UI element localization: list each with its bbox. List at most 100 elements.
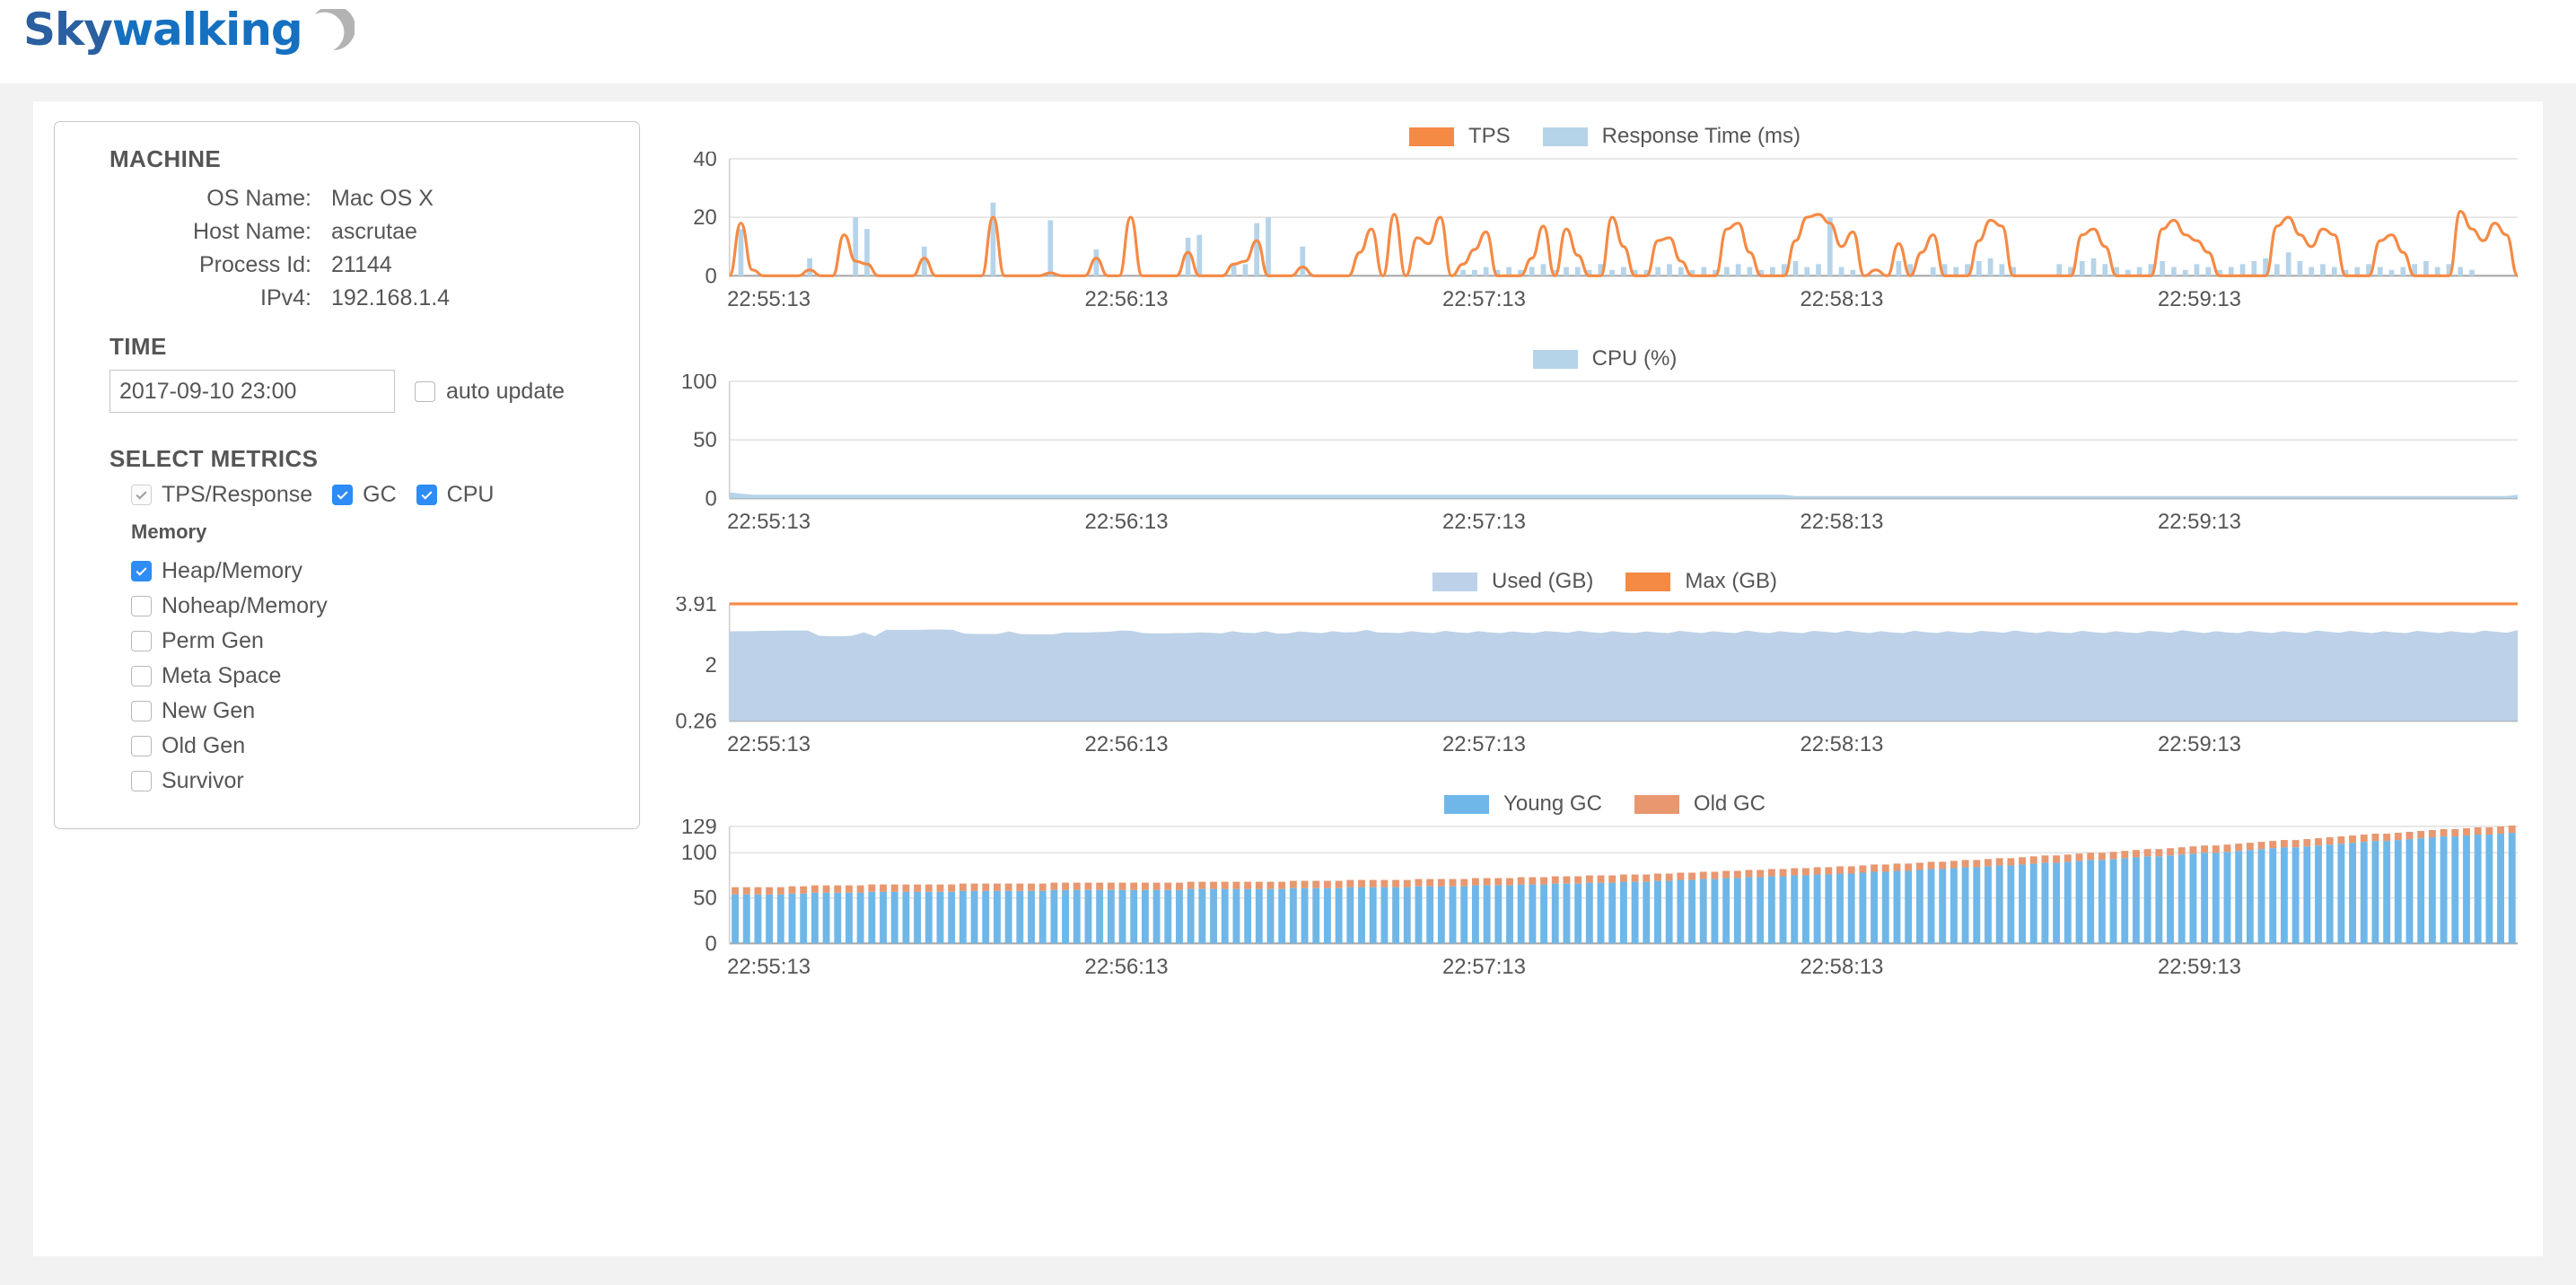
gc-bar-young [1654, 880, 1661, 944]
response-time-bar [2388, 269, 2395, 276]
perm-gen-checkbox[interactable] [131, 631, 152, 651]
gc-bar-young [2371, 841, 2379, 944]
gc-bar-old [1164, 882, 1172, 891]
gc-bar-young [1198, 889, 1206, 944]
gc-bar-young [1187, 889, 1195, 944]
gc-bar-old [1585, 875, 1593, 883]
gc-bar-old [2371, 834, 2379, 842]
gc-bar-old [1118, 882, 1126, 891]
gc-bar-young [732, 895, 739, 944]
gc-bar-old [2246, 843, 2254, 851]
gc-bar-young [1757, 877, 1765, 944]
heap-memory-checkbox[interactable] [131, 561, 152, 581]
cpu-checkbox[interactable] [416, 485, 437, 505]
gc-bar-young [2098, 860, 2106, 944]
gc-bar-old [1130, 882, 1138, 891]
gc-bar-old [1301, 880, 1309, 889]
gc-bar-old [800, 886, 808, 895]
x-axis-tick-label: 22:59:13 [2158, 287, 2241, 311]
gc-bar-old [1654, 873, 1661, 881]
legend-item-young-gc[interactable]: Young GC [1444, 791, 1602, 817]
table-row: Process Id: 21144 [82, 249, 612, 282]
gc-bar-old [1791, 868, 1799, 876]
response-time-bar [1667, 264, 1672, 276]
gc-bar-old [1905, 863, 1913, 871]
gc-bar-old [1893, 863, 1901, 871]
legend-item-max[interactable]: Max (GB) [1625, 569, 1777, 594]
metric-noheap-memory[interactable]: Noheap/Memory [131, 593, 612, 619]
metric-survivor[interactable]: Survivor [131, 768, 612, 794]
metric-new-gen[interactable]: New Gen [131, 698, 612, 724]
x-axis-tick-label: 22:57:13 [1442, 732, 1526, 756]
time-input[interactable] [110, 370, 395, 413]
meta-space-checkbox[interactable] [131, 666, 152, 686]
gc-bar-young [2269, 848, 2277, 944]
gc-bar-young [2326, 844, 2334, 944]
metric-meta-space[interactable]: Meta Space [131, 663, 612, 689]
survivor-checkbox[interactable] [131, 771, 152, 791]
x-axis-tick-label: 22:59:13 [2158, 510, 2241, 534]
gc-bar-old [856, 885, 864, 894]
legend-label-cpu: CPU (%) [1591, 346, 1678, 372]
gc-bar-young [2405, 839, 2414, 944]
gc-bar-young [2246, 850, 2254, 944]
gc-bar-old [1574, 876, 1582, 884]
gc-bar-old [1471, 878, 1479, 886]
response-time-bar [1735, 264, 1741, 276]
response-time-bar [1574, 267, 1581, 276]
metric-old-gen[interactable]: Old Gen [131, 733, 612, 759]
gc-bar-old [1767, 869, 1775, 877]
legend-item-old-gc[interactable]: Old GC [1634, 791, 1766, 817]
gc-bar-old [1369, 879, 1377, 888]
new-gen-checkbox[interactable] [131, 701, 152, 721]
gc-bar-young [1961, 867, 1969, 944]
old-gen-checkbox[interactable] [131, 736, 152, 756]
metric-heap-memory[interactable]: Heap/Memory [131, 558, 612, 584]
gc-bar-old [1563, 876, 1571, 884]
legend-label-response-time: Response Time (ms) [1601, 124, 1801, 148]
y-axis-tick-label: 50 [693, 428, 717, 452]
gc-bar-young [1665, 880, 1673, 944]
gc-bar-old [1073, 882, 1081, 891]
response-time-bar [1185, 237, 1191, 276]
gc-bar-young [2508, 833, 2516, 944]
gc-bar-young [1232, 889, 1240, 944]
gc-bar-old [2167, 848, 2174, 856]
tps-response-checkbox [131, 485, 152, 505]
gc-bar-young [1973, 867, 1981, 944]
response-time-bar [1792, 261, 1799, 276]
gc-bar-old [2201, 845, 2209, 853]
metric-gc[interactable]: GC [332, 482, 397, 508]
x-axis-tick-label: 22:55:13 [727, 732, 810, 756]
gc-bar-young [2315, 845, 2322, 944]
response-time-bar [1987, 258, 1993, 276]
response-time-bar [1655, 267, 1661, 276]
legend-item-used[interactable]: Used (GB) [1432, 569, 1593, 594]
gc-checkbox[interactable] [332, 485, 354, 505]
auto-update-checkbox[interactable] [415, 380, 435, 402]
metric-tps-response[interactable]: TPS/Response [131, 482, 312, 508]
response-time-bar [2285, 252, 2291, 276]
gc-bar-old [1836, 866, 1844, 874]
gc-bar-old [1517, 877, 1525, 885]
metric-perm-gen[interactable]: Perm Gen [131, 628, 612, 654]
chart-plot-gc: 0 50 100 129 22:55:13 22:56:13 22:57:13 22:58:1… [681, 819, 2519, 979]
auto-update-control[interactable]: auto update [415, 379, 565, 405]
gc-bar-old [1038, 883, 1047, 892]
gc-bar-old [914, 884, 922, 893]
legend-item-tps[interactable]: TPS [1408, 124, 1511, 149]
legend-item-cpu[interactable]: CPU (%) [1532, 346, 1678, 372]
gc-bar-old [2315, 838, 2322, 846]
gc-bar-old [1312, 880, 1320, 889]
gc-bar-old [732, 887, 739, 896]
app-logo[interactable]: Skywalking [23, 7, 355, 57]
machine-info-table: OS Name: Mac OS X Host Name: ascrutae Pr… [82, 182, 612, 315]
response-time-bar [2274, 264, 2280, 276]
gc-bar-young [1494, 885, 1503, 944]
gc-bar-old [2235, 844, 2243, 852]
gc-bar-old [2508, 826, 2516, 834]
metric-cpu[interactable]: CPU [416, 482, 494, 508]
noheap-memory-checkbox[interactable] [131, 596, 152, 616]
legend-item-response-time[interactable]: Response Time (ms) [1542, 124, 1801, 149]
response-time-bar [1838, 267, 1844, 276]
